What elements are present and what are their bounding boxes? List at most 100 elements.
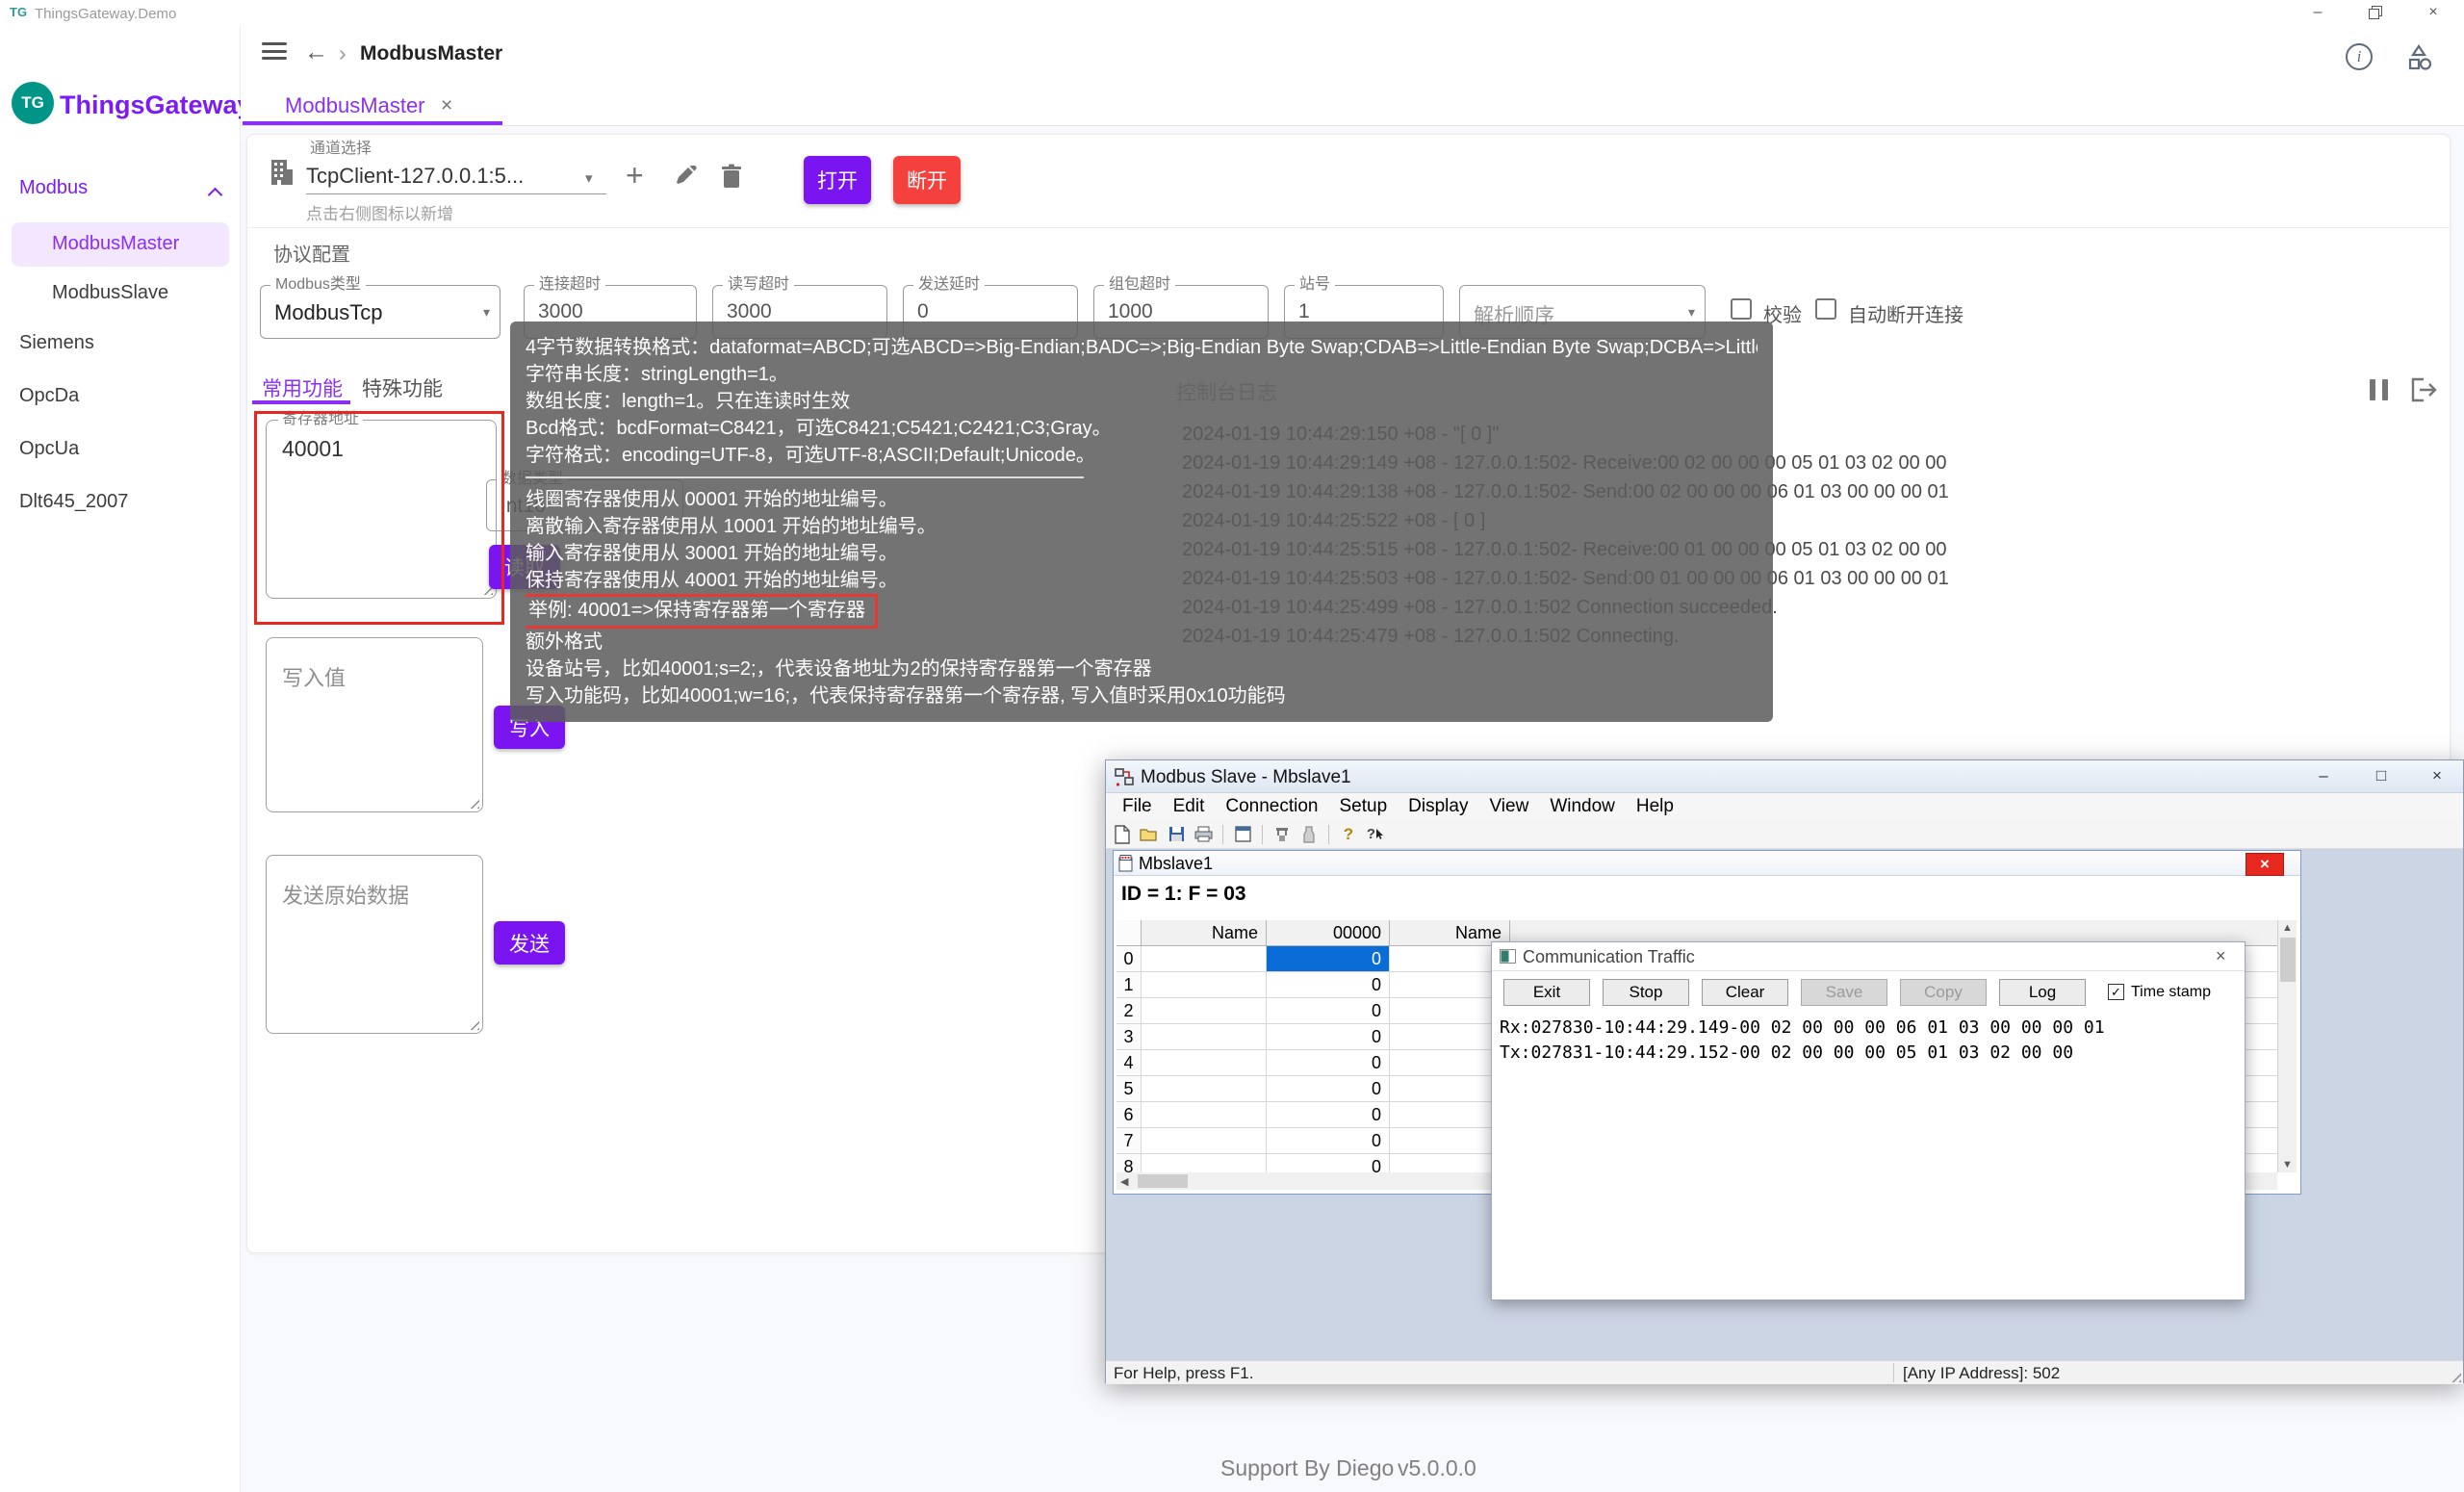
menu-file[interactable]: File [1112,796,1163,817]
context-help-icon[interactable]: ? [1365,824,1386,845]
window-restore-icon[interactable] [2352,0,2399,25]
tab-special-functions[interactable]: 特殊功能 [362,373,443,402]
sidebar-item-dlt645[interactable]: Dlt645_2007 [19,491,128,513]
new-file-icon[interactable] [1112,824,1133,845]
stop-button[interactable]: Stop [1603,979,1689,1006]
doc-id-function-line: ID = 1: F = 03 [1121,883,1246,906]
exit-button[interactable]: Exit [1503,979,1590,1006]
menu-display[interactable]: Display [1398,796,1478,817]
tab-close-icon[interactable]: × [441,94,452,117]
add-channel-icon[interactable]: + [626,158,644,193]
resize-handle-icon[interactable] [468,797,479,809]
registers-view-icon[interactable] [1298,824,1320,845]
scroll-thumb[interactable] [1138,1174,1188,1188]
modbus-slave-app-icon [1114,766,1135,792]
sidebar-item-opcua[interactable]: OpcUa [19,438,79,460]
menu-connection[interactable]: Connection [1215,796,1328,817]
timestamp-checkbox-label: Time stamp [2131,984,2211,1001]
send-raw-input[interactable]: 发送原始数据 [266,855,483,1034]
open-file-icon[interactable] [1139,824,1160,845]
components-icon[interactable] [2403,42,2434,78]
status-help-text: For Help, press F1. [1114,1364,1254,1383]
value-cell[interactable]: 0 [1267,1102,1390,1128]
vertical-scrollbar[interactable]: ▲ ▼ [2277,920,2297,1172]
window-minimize-icon[interactable]: – [2295,0,2341,25]
doc-titlebar[interactable]: Mbslave1 [1114,851,2300,876]
save-file-icon[interactable] [1166,824,1187,845]
timestamp-checkbox[interactable]: ✓ [2108,984,2124,1000]
info-icon[interactable]: i [2346,43,2373,70]
name-cell[interactable] [1142,1154,1267,1172]
row-number: 3 [1116,1024,1142,1050]
help-icon[interactable]: ? [1338,824,1359,845]
edit-channel-icon[interactable] [674,166,697,193]
grid-header-name[interactable]: Name [1142,920,1267,946]
field-modbus-type[interactable]: Modbus类型 ModbusTcp ▾ [260,285,500,339]
dialog-close-icon[interactable]: × [2216,946,2226,966]
slave-maximize-icon[interactable]: □ [2359,762,2403,789]
menu-toggle-icon[interactable] [262,42,287,60]
name-cell[interactable] [1142,946,1267,972]
tab-modbusmaster[interactable]: ModbusMaster [285,93,425,118]
name-cell[interactable] [1142,972,1267,998]
scroll-down-icon[interactable]: ▼ [2282,1159,2293,1170]
value-cell[interactable]: 0 [1267,972,1390,998]
field-label: 连接超时 [534,277,605,292]
value-cell[interactable]: 0 [1267,1076,1390,1102]
channel-select-value[interactable]: TcpClient-127.0.0.1:5... [306,164,524,189]
pause-icon[interactable] [2370,379,2388,400]
name-cell[interactable] [1142,1102,1267,1128]
log-button[interactable]: Log [1999,979,2086,1006]
menu-help[interactable]: Help [1626,796,1684,817]
autodisconnect-checkbox[interactable] [1815,298,1836,320]
slave-close-icon[interactable]: × [2415,762,2459,789]
doc-close-icon[interactable]: × [2246,853,2284,876]
value-cell[interactable]: 0 [1267,1024,1390,1050]
display-settings-icon[interactable] [1232,824,1253,845]
window-close-icon[interactable]: × [2410,0,2456,25]
sidebar-item-modbusslave[interactable]: ModbusSlave [52,282,168,304]
slave-titlebar[interactable]: Modbus Slave - Mbslave1 – □ × [1106,760,2463,793]
communication-traffic-icon[interactable] [1271,824,1293,845]
value-cell[interactable]: 0 [1267,998,1390,1024]
write-value-input[interactable]: 写入值 [266,637,483,812]
scroll-up-icon[interactable]: ▲ [2282,922,2293,934]
clear-button[interactable]: Clear [1702,979,1788,1006]
name-cell[interactable] [1142,1076,1267,1102]
sidebar-group-modbus[interactable]: Modbus [19,177,88,199]
print-icon[interactable] [1193,824,1214,845]
value-cell[interactable]: 0 [1267,1050,1390,1076]
value-cell[interactable]: 0 [1267,1128,1390,1154]
verify-checkbox[interactable] [1731,298,1752,320]
value-cell[interactable]: 0 [1267,1154,1390,1172]
sidebar-item-siemens[interactable]: Siemens [19,332,94,354]
delete-channel-icon[interactable] [720,164,743,193]
open-button[interactable]: 打开 [804,156,871,204]
scroll-thumb[interactable] [2280,938,2296,982]
row-number: 6 [1116,1102,1142,1128]
dialog-titlebar[interactable]: Communication Traffic × [1492,942,2245,971]
resize-handle-icon[interactable] [468,1018,479,1030]
resize-grip-icon[interactable] [2448,1369,2461,1382]
grid-header-00000[interactable]: 00000 [1267,920,1390,946]
slave-minimize-icon[interactable]: – [2301,762,2346,789]
value-cell-selected[interactable]: 0 [1267,946,1390,972]
send-button[interactable]: 发送 [494,921,565,965]
back-arrow-icon[interactable]: ← [304,39,328,66]
tab-common-functions[interactable]: 常用功能 [262,373,343,402]
chevron-down-icon[interactable]: ▾ [585,169,593,187]
disconnect-button[interactable]: 断开 [893,156,961,204]
sidebar-item-modbusmaster[interactable]: ModbusMaster [12,222,229,267]
name-cell[interactable] [1142,998,1267,1024]
menu-setup[interactable]: Setup [1329,796,1399,817]
name-cell[interactable] [1142,1128,1267,1154]
field-value: 0 [917,300,929,323]
menu-edit[interactable]: Edit [1163,796,1216,817]
export-log-icon[interactable] [2410,377,2437,407]
name-cell[interactable] [1142,1024,1267,1050]
menu-window[interactable]: Window [1539,796,1626,817]
name-cell[interactable] [1142,1050,1267,1076]
sidebar-item-opcda[interactable]: OpcDa [19,385,79,407]
menu-view[interactable]: View [1478,796,1539,817]
scroll-left-icon[interactable]: ◀ [1120,1175,1128,1188]
